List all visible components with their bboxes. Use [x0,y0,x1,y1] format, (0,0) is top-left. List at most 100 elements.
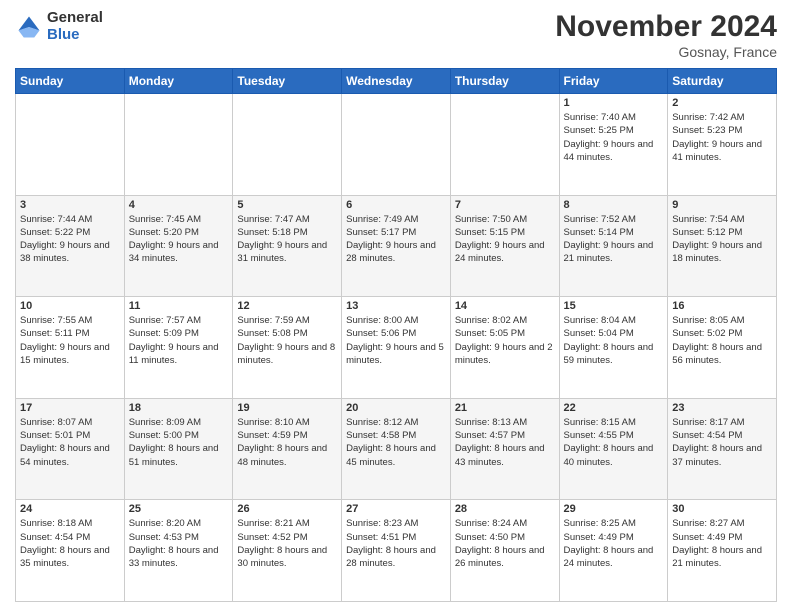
logo-icon [15,13,43,41]
day-info: Sunrise: 8:18 AM Sunset: 4:54 PM Dayligh… [20,517,120,570]
day-info: Sunrise: 8:21 AM Sunset: 4:52 PM Dayligh… [237,517,337,570]
day-info: Sunrise: 8:24 AM Sunset: 4:50 PM Dayligh… [455,517,555,570]
header-row: Sunday Monday Tuesday Wednesday Thursday… [16,69,777,94]
day-number: 3 [20,199,120,211]
day-number: 15 [564,300,664,312]
day-number: 5 [237,199,337,211]
page: General Blue November 2024 Gosnay, Franc… [0,0,792,612]
calendar-cell: 1Sunrise: 7:40 AM Sunset: 5:25 PM Daylig… [559,94,668,196]
day-info: Sunrise: 7:44 AM Sunset: 5:22 PM Dayligh… [20,213,120,266]
calendar-week-3: 10Sunrise: 7:55 AM Sunset: 5:11 PM Dayli… [16,297,777,399]
calendar-cell: 10Sunrise: 7:55 AM Sunset: 5:11 PM Dayli… [16,297,125,399]
calendar-cell: 2 Sunrise: 7:42 AM Sunset: 5:23 PM Daylig… [668,94,777,196]
day-info: Sunrise: 7:57 AM Sunset: 5:09 PM Dayligh… [129,314,229,367]
col-tuesday: Tuesday [233,69,342,94]
calendar-cell: 4 Sunrise: 7:45 AM Sunset: 5:20 PM Daylig… [124,195,233,297]
calendar-cell: 15Sunrise: 8:04 AM Sunset: 5:04 PM Dayli… [559,297,668,399]
day-info: Sunrise: 7:55 AM Sunset: 5:11 PM Dayligh… [20,314,120,367]
day-number: 4 [129,199,229,211]
calendar-body: 1Sunrise: 7:40 AM Sunset: 5:25 PM Daylig… [16,94,777,602]
day-number: 21 [455,402,555,414]
calendar-week-5: 24 Sunrise: 8:18 AM Sunset: 4:54 PM Dayli… [16,500,777,602]
header: General Blue November 2024 Gosnay, Franc… [15,10,777,60]
calendar-cell [124,94,233,196]
day-info: Sunrise: 8:23 AM Sunset: 4:51 PM Dayligh… [346,517,446,570]
col-sunday: Sunday [16,69,125,94]
calendar-cell: 24 Sunrise: 8:18 AM Sunset: 4:54 PM Dayli… [16,500,125,602]
calendar-week-4: 17 Sunrise: 8:07 AM Sunset: 5:01 PM Dayli… [16,398,777,500]
col-saturday: Saturday [668,69,777,94]
calendar-cell: 25 Sunrise: 8:20 AM Sunset: 4:53 PM Dayli… [124,500,233,602]
day-info: Sunrise: 8:09 AM Sunset: 5:00 PM Dayligh… [129,416,229,469]
month-title: November 2024 [555,10,777,44]
day-number: 23 [672,402,772,414]
day-number: 19 [237,402,337,414]
calendar-cell: 20Sunrise: 8:12 AM Sunset: 4:58 PM Dayli… [342,398,451,500]
calendar-cell: 12Sunrise: 7:59 AM Sunset: 5:08 PM Dayli… [233,297,342,399]
calendar-cell: 30 Sunrise: 8:27 AM Sunset: 4:49 PM Dayli… [668,500,777,602]
day-number: 6 [346,199,446,211]
day-number: 30 [672,503,772,515]
calendar-cell: 14 Sunrise: 8:02 AM Sunset: 5:05 PM Dayli… [450,297,559,399]
day-info: Sunrise: 7:54 AM Sunset: 5:12 PM Dayligh… [672,213,772,266]
day-number: 8 [564,199,664,211]
calendar-cell: 27 Sunrise: 8:23 AM Sunset: 4:51 PM Dayli… [342,500,451,602]
col-monday: Monday [124,69,233,94]
calendar-cell: 18 Sunrise: 8:09 AM Sunset: 5:00 PM Dayli… [124,398,233,500]
day-info: Sunrise: 8:10 AM Sunset: 4:59 PM Dayligh… [237,416,337,469]
calendar-cell: 13Sunrise: 8:00 AM Sunset: 5:06 PM Dayli… [342,297,451,399]
day-number: 25 [129,503,229,515]
day-number: 13 [346,300,446,312]
calendar-cell: 21 Sunrise: 8:13 AM Sunset: 4:57 PM Dayli… [450,398,559,500]
calendar-cell: 3 Sunrise: 7:44 AM Sunset: 5:22 PM Daylig… [16,195,125,297]
calendar-cell: 5 Sunrise: 7:47 AM Sunset: 5:18 PM Daylig… [233,195,342,297]
day-info: Sunrise: 8:15 AM Sunset: 4:55 PM Dayligh… [564,416,664,469]
col-wednesday: Wednesday [342,69,451,94]
day-info: Sunrise: 8:05 AM Sunset: 5:02 PM Dayligh… [672,314,772,367]
logo-blue-text: Blue [47,27,103,44]
calendar-week-2: 3 Sunrise: 7:44 AM Sunset: 5:22 PM Daylig… [16,195,777,297]
day-number: 24 [20,503,120,515]
logo: General Blue [15,10,103,43]
day-info: Sunrise: 8:27 AM Sunset: 4:49 PM Dayligh… [672,517,772,570]
calendar-cell [450,94,559,196]
calendar: Sunday Monday Tuesday Wednesday Thursday… [15,68,777,602]
calendar-cell: 7Sunrise: 7:50 AM Sunset: 5:15 PM Daylig… [450,195,559,297]
calendar-cell: 6Sunrise: 7:49 AM Sunset: 5:17 PM Daylig… [342,195,451,297]
title-block: November 2024 Gosnay, France [555,10,777,60]
day-info: Sunrise: 8:20 AM Sunset: 4:53 PM Dayligh… [129,517,229,570]
day-number: 29 [564,503,664,515]
day-info: Sunrise: 8:07 AM Sunset: 5:01 PM Dayligh… [20,416,120,469]
calendar-week-1: 1Sunrise: 7:40 AM Sunset: 5:25 PM Daylig… [16,94,777,196]
day-info: Sunrise: 8:25 AM Sunset: 4:49 PM Dayligh… [564,517,664,570]
calendar-cell: 26 Sunrise: 8:21 AM Sunset: 4:52 PM Dayli… [233,500,342,602]
day-info: Sunrise: 8:13 AM Sunset: 4:57 PM Dayligh… [455,416,555,469]
day-info: Sunrise: 7:40 AM Sunset: 5:25 PM Dayligh… [564,111,664,164]
day-info: Sunrise: 7:45 AM Sunset: 5:20 PM Dayligh… [129,213,229,266]
day-info: Sunrise: 8:12 AM Sunset: 4:58 PM Dayligh… [346,416,446,469]
day-number: 26 [237,503,337,515]
logo-general-text: General [47,10,103,27]
calendar-cell: 16 Sunrise: 8:05 AM Sunset: 5:02 PM Dayli… [668,297,777,399]
day-info: Sunrise: 7:47 AM Sunset: 5:18 PM Dayligh… [237,213,337,266]
day-number: 22 [564,402,664,414]
day-number: 11 [129,300,229,312]
day-number: 7 [455,199,555,211]
day-info: Sunrise: 7:42 AM Sunset: 5:23 PM Dayligh… [672,111,772,164]
day-number: 16 [672,300,772,312]
day-number: 27 [346,503,446,515]
calendar-table: Sunday Monday Tuesday Wednesday Thursday… [15,68,777,602]
logo-text: General Blue [47,10,103,43]
day-number: 18 [129,402,229,414]
day-info: Sunrise: 8:02 AM Sunset: 5:05 PM Dayligh… [455,314,555,367]
day-info: Sunrise: 7:52 AM Sunset: 5:14 PM Dayligh… [564,213,664,266]
day-number: 17 [20,402,120,414]
day-number: 14 [455,300,555,312]
day-info: Sunrise: 7:59 AM Sunset: 5:08 PM Dayligh… [237,314,337,367]
calendar-cell [233,94,342,196]
calendar-cell: 9Sunrise: 7:54 AM Sunset: 5:12 PM Daylig… [668,195,777,297]
day-number: 2 [672,97,772,109]
calendar-cell: 17 Sunrise: 8:07 AM Sunset: 5:01 PM Dayli… [16,398,125,500]
location: Gosnay, France [555,44,777,60]
calendar-cell: 28Sunrise: 8:24 AM Sunset: 4:50 PM Dayli… [450,500,559,602]
